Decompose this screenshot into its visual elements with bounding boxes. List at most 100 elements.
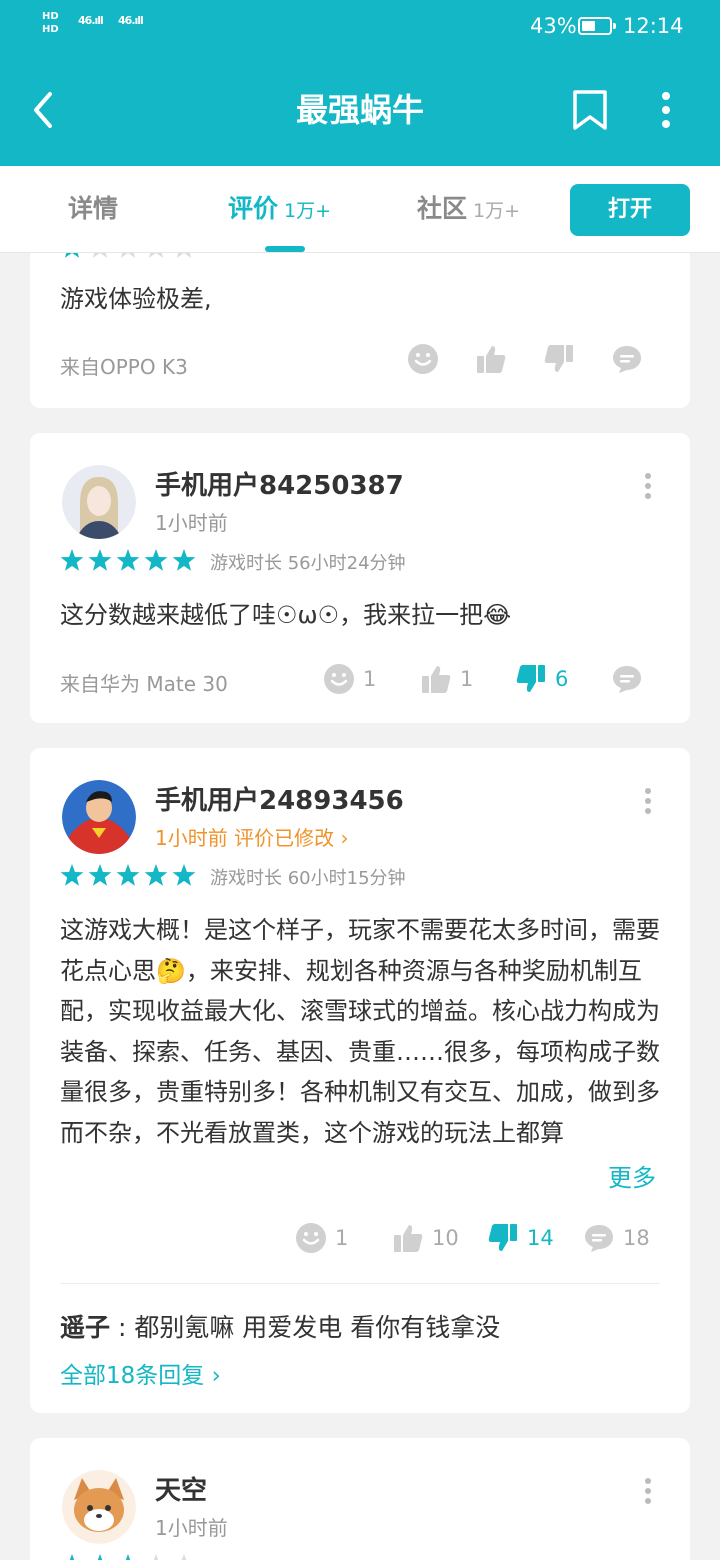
playtime: 游戏时长 60小时15分钟 [210, 868, 406, 889]
happy-button[interactable]: 1 [295, 1222, 348, 1254]
app-header: HD HD 46.ıll 46.ıll 43% 12:14 最强蜗牛 [0, 0, 720, 166]
star-filled-icon [116, 549, 140, 571]
review-device: 来自OPPO K3 [60, 355, 188, 379]
reply-preview[interactable]: 遥子 : 都别氪嘛 用爱发电 看你有钱拿没 [60, 1308, 500, 1344]
tab-community-count: 1万+ [473, 200, 521, 222]
more-options-icon[interactable] [642, 787, 654, 815]
review-time: 1小时前 [155, 1516, 228, 1540]
tab-reviews-label: 评价 [228, 194, 279, 223]
tab-community[interactable]: 社区 1万+ [417, 192, 520, 228]
status-bar: HD HD 46.ıll 46.ıll 43% 12:14 [0, 0, 720, 56]
like-count: 1 [460, 667, 474, 691]
signal1-label: 46 [78, 14, 92, 27]
thumbs-down-icon [544, 345, 573, 372]
star-filled-icon [125, 1554, 131, 1560]
reply-text: : 都别氪嘛 用爱发电 看你有钱拿没 [110, 1313, 501, 1342]
review-card: 天空 1小时前 [30, 1438, 690, 1560]
tab-indicator [265, 246, 305, 252]
star-empty-icon [181, 1554, 187, 1560]
dislike-count: 6 [555, 667, 569, 691]
star-filled-icon [60, 864, 84, 886]
username[interactable]: 天空 [155, 1470, 207, 1507]
dislike-button[interactable]: 6 [515, 663, 568, 695]
comment-icon [613, 346, 641, 373]
dislike-button[interactable]: 14 [487, 1222, 554, 1254]
review-card: 手机用户24893456 1小时前 评价已修改 › 游戏时长 60小时15分钟 … [30, 748, 690, 1413]
star-filled-icon [144, 864, 168, 886]
avatar[interactable] [62, 780, 136, 854]
signal-icon-2: 46.ıll [118, 14, 144, 27]
battery-icon [578, 17, 616, 35]
comment-button[interactable]: 18 [583, 1222, 650, 1254]
username[interactable]: 手机用户24893456 [155, 780, 404, 817]
open-button[interactable]: 打开 [570, 184, 690, 236]
review-feed[interactable]: 游戏体验极差, 来自OPPO K3 手机用户84250387 1小时前 游戏时长… [0, 253, 720, 1560]
tab-reviews[interactable]: 评价 1万+ [228, 192, 331, 228]
thumbs-up-icon [394, 1225, 423, 1252]
star-empty-icon [120, 253, 136, 258]
star-filled-icon [116, 864, 140, 886]
review-time: 1小时前 [155, 511, 228, 535]
reply-user: 遥子 [60, 1313, 111, 1342]
avatar[interactable] [62, 1470, 136, 1544]
clock: 12:14 [623, 14, 684, 38]
star-empty-icon [153, 1554, 159, 1560]
review-text: 这分数越来越低了哇☉ω☉，我来拉一把😂 [60, 601, 512, 629]
like-count: 10 [432, 1226, 459, 1250]
signal-icon: 46.ıll [78, 14, 104, 27]
tab-details[interactable]: 详情 [68, 192, 118, 226]
page-title: 最强蜗牛 [295, 91, 424, 129]
divider [60, 1283, 660, 1284]
dislike-button[interactable] [543, 343, 583, 375]
all-replies-link[interactable]: 全部18条回复 › [60, 1356, 221, 1390]
more-options-icon[interactable] [642, 472, 654, 500]
like-button[interactable] [475, 343, 515, 375]
happy-button[interactable] [407, 343, 447, 375]
like-button[interactable]: 1 [420, 663, 473, 695]
star-filled-icon [69, 1554, 75, 1560]
comment-button[interactable] [611, 663, 651, 695]
more-options-icon[interactable] [642, 1477, 654, 1505]
happy-count: 1 [363, 667, 377, 691]
like-button[interactable]: 10 [392, 1222, 459, 1254]
review-text: 游戏体验极差, [60, 285, 212, 313]
happy-button[interactable]: 1 [323, 663, 376, 695]
more-vertical-icon[interactable] [648, 88, 684, 132]
hd-indicator: HD HD [42, 10, 59, 36]
comment-icon [613, 666, 641, 693]
review-device: 来自华为 Mate 30 [60, 672, 228, 696]
comment-count: 18 [623, 1226, 650, 1250]
tab-bar: 详情 评价 1万+ 社区 1万+ 打开 [0, 166, 720, 253]
star-filled-icon [144, 549, 168, 571]
comment-button[interactable] [611, 343, 651, 375]
star-empty-icon [176, 253, 192, 258]
username[interactable]: 手机用户84250387 [155, 465, 404, 502]
happy-count: 1 [335, 1226, 349, 1250]
tab-reviews-count: 1万+ [284, 200, 332, 222]
star-filled-icon [88, 864, 112, 886]
review-time-edited[interactable]: 1小时前 评价已修改 › [155, 822, 348, 851]
dislike-count: 14 [527, 1226, 554, 1250]
thumbs-up-icon [477, 346, 506, 373]
smiley-icon [408, 344, 438, 374]
smiley-icon [296, 1223, 326, 1253]
battery-percent: 43% [530, 14, 577, 38]
review-text: 这游戏大概！是这个样子，玩家不需要花太多时间，需要花点心思🤔，来安排、规划各种资… [60, 916, 660, 1147]
signal2-label: 46 [118, 14, 132, 27]
more-link[interactable]: 更多 [608, 1158, 656, 1193]
star-filled-icon [97, 1554, 103, 1560]
tab-details-label: 详情 [68, 194, 119, 223]
star-filled-icon [60, 549, 84, 571]
avatar[interactable] [62, 465, 136, 539]
bookmark-icon[interactable] [568, 88, 612, 132]
rating-stars [60, 864, 196, 886]
thumbs-down-icon [488, 1224, 517, 1251]
thumbs-up-icon [422, 666, 451, 693]
star-filled-icon [172, 864, 196, 886]
review-card: 游戏体验极差, 来自OPPO K3 [30, 253, 690, 408]
text-fade [440, 1153, 610, 1193]
review-card: 手机用户84250387 1小时前 游戏时长 56小时24分钟 这分数越来越低了… [30, 433, 690, 723]
star-empty-icon [148, 253, 164, 258]
rating-stars [60, 549, 196, 571]
star-empty-icon [92, 253, 108, 258]
